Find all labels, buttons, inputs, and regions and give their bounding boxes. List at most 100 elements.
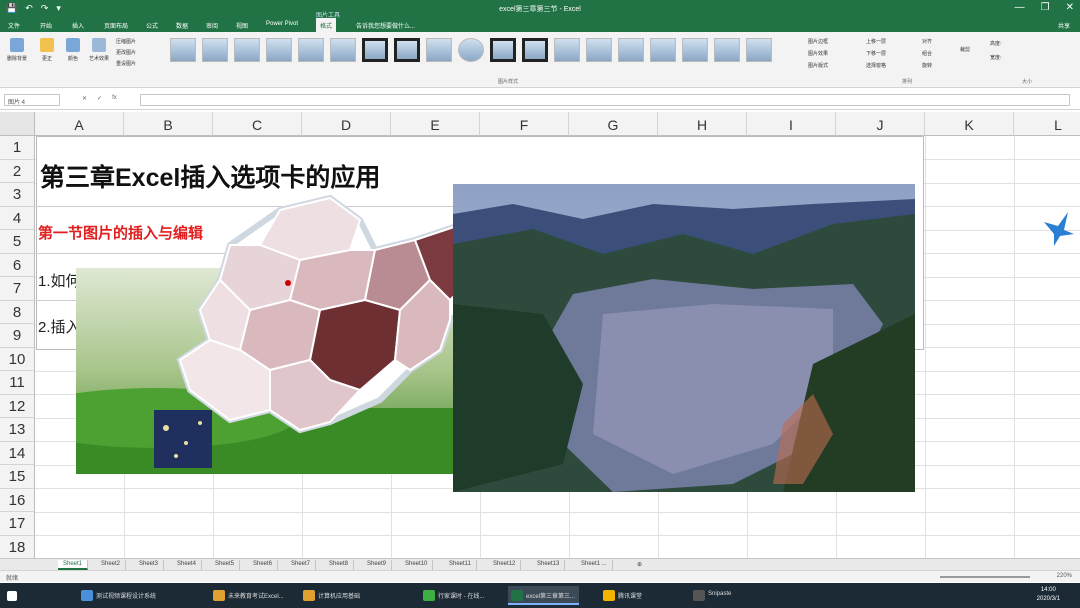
change-picture-button[interactable]: 更改图片	[116, 49, 136, 56]
insert-function-icon[interactable]: fx	[112, 95, 117, 102]
bring-forward-button[interactable]: 上移一层	[866, 38, 886, 45]
column-header-e[interactable]: E	[391, 112, 480, 136]
row-header-17[interactable]: 17	[0, 512, 35, 536]
start-button[interactable]	[4, 586, 22, 605]
sheet-tab[interactable]: Sheet13	[532, 560, 566, 570]
taskbar-item[interactable]: 腾讯课堂	[600, 586, 646, 605]
cancel-icon[interactable]: ✕	[82, 95, 87, 102]
selection-pane-button[interactable]: 选择窗格	[866, 62, 886, 69]
tab-data[interactable]: 数据	[176, 21, 188, 30]
row-header-18[interactable]: 18	[0, 535, 35, 559]
picture-style-thumb[interactable]	[202, 38, 228, 62]
tab-view[interactable]: 视图	[236, 21, 248, 30]
taskbar-item[interactable]: 未来教育考试Excel...	[210, 586, 288, 605]
column-header-c[interactable]: C	[213, 112, 302, 136]
picture-style-thumb[interactable]	[650, 38, 676, 62]
row-header-10[interactable]: 10	[0, 347, 35, 371]
row-header-12[interactable]: 12	[0, 394, 35, 418]
sheet-tab[interactable]: Sheet10	[400, 560, 434, 570]
sheet-tab[interactable]: Sheet1	[58, 560, 89, 570]
row-header-2[interactable]: 2	[0, 159, 35, 183]
column-header-d[interactable]: D	[302, 112, 391, 136]
column-header-f[interactable]: F	[480, 112, 569, 136]
reset-picture-button[interactable]: 重设图片	[116, 60, 136, 67]
minimize-button[interactable]: —	[1015, 2, 1025, 13]
column-header-g[interactable]: G	[569, 112, 658, 136]
picture-style-thumb[interactable]	[362, 38, 388, 62]
formula-input[interactable]	[140, 94, 1070, 106]
tell-me-search[interactable]: 告诉我您想要做什么...	[356, 21, 415, 30]
row-header-13[interactable]: 13	[0, 418, 35, 442]
sheet-tab[interactable]: Sheet5	[210, 560, 241, 570]
row-header-9[interactable]: 9	[0, 324, 35, 348]
row-header-11[interactable]: 11	[0, 371, 35, 395]
row-header-16[interactable]: 16	[0, 488, 35, 512]
row-header-6[interactable]: 6	[0, 253, 35, 277]
row-header-3[interactable]: 3	[0, 183, 35, 207]
rotate-button[interactable]: 旋转	[922, 62, 932, 69]
picture-style-thumb[interactable]	[170, 38, 196, 62]
sheet-tab[interactable]: Sheet1 ...	[576, 560, 613, 570]
send-backward-button[interactable]: 下移一层	[866, 50, 886, 57]
select-all-corner[interactable]	[0, 112, 35, 136]
row-header-15[interactable]: 15	[0, 465, 35, 489]
tab-review[interactable]: 审阅	[206, 21, 218, 30]
picture-border-button[interactable]: 图片边框	[808, 38, 828, 45]
crop-button[interactable]: 裁剪	[960, 46, 970, 53]
add-sheet-button[interactable]: ⊕	[632, 560, 647, 570]
tab-insert[interactable]: 插入	[72, 21, 84, 30]
sheet-tab[interactable]: Sheet7	[286, 560, 317, 570]
row-header-7[interactable]: 7	[0, 277, 35, 301]
picture-style-thumb[interactable]	[746, 38, 772, 62]
column-header-i[interactable]: I	[747, 112, 836, 136]
sheet-tab[interactable]: Sheet6	[248, 560, 279, 570]
picture-style-thumb[interactable]	[394, 38, 420, 62]
taskbar-item[interactable]: 行家课时 - 在线...	[420, 586, 488, 605]
compress-pictures-button[interactable]: 压缩图片	[116, 38, 136, 45]
row-header-8[interactable]: 8	[0, 300, 35, 324]
column-header-a[interactable]: A	[35, 112, 124, 136]
picture-style-thumb[interactable]	[682, 38, 708, 62]
picture-style-thumb[interactable]	[714, 38, 740, 62]
color-button[interactable]: 颜色	[60, 36, 86, 72]
picture-style-thumb[interactable]	[554, 38, 580, 62]
worksheet-grid[interactable]: A B C D E F G H I J K L 1 2 3 4 5 6 7 8 …	[0, 112, 1080, 560]
row-header-14[interactable]: 14	[0, 441, 35, 465]
picture-style-thumb[interactable]	[426, 38, 452, 62]
tab-format[interactable]: 格式	[316, 18, 337, 32]
picture-style-thumb[interactable]	[458, 38, 484, 62]
artistic-effects-button[interactable]: 艺术效果	[86, 36, 112, 72]
picture-style-thumb[interactable]	[266, 38, 292, 62]
zoom-level[interactable]: 220%	[1057, 573, 1072, 579]
column-header-h[interactable]: H	[658, 112, 747, 136]
height-field-label[interactable]: 高度:	[990, 40, 1001, 47]
column-header-l[interactable]: L	[1014, 112, 1080, 136]
tab-power-pivot[interactable]: Power Pivot	[266, 21, 298, 27]
zoom-slider[interactable]	[940, 576, 1030, 578]
city-photo[interactable]	[453, 184, 915, 492]
picture-layout-button[interactable]: 图片版式	[808, 62, 828, 69]
sheet-tab[interactable]: Sheet4	[172, 560, 203, 570]
sheet-tab[interactable]: Sheet9	[362, 560, 393, 570]
align-button[interactable]: 对齐	[922, 38, 932, 45]
group-button[interactable]: 组合	[922, 50, 932, 57]
column-header-b[interactable]: B	[124, 112, 213, 136]
picture-style-thumb[interactable]	[618, 38, 644, 62]
tab-formulas[interactable]: 公式	[146, 21, 158, 30]
enter-icon[interactable]: ✓	[97, 95, 102, 102]
sheet-tab[interactable]: Sheet8	[324, 560, 355, 570]
sheet-tab[interactable]: Sheet2	[96, 560, 127, 570]
remove-background-button[interactable]: 删除背景	[4, 36, 30, 72]
taskbar-item[interactable]: Snipaste	[690, 586, 735, 605]
system-clock[interactable]: 14:00 2020/3/1	[1037, 586, 1060, 604]
picture-effects-button[interactable]: 图片效果	[808, 50, 828, 57]
close-button[interactable]: ✕	[1066, 2, 1074, 13]
picture-style-thumb[interactable]	[586, 38, 612, 62]
tab-home[interactable]: 开始	[40, 21, 52, 30]
column-header-k[interactable]: K	[925, 112, 1014, 136]
width-field-label[interactable]: 宽度:	[990, 54, 1001, 61]
name-box[interactable]: 图片 4	[4, 94, 60, 106]
taskbar-item-excel[interactable]: excel第三章第三...	[508, 586, 580, 605]
corrections-button[interactable]: 更正	[34, 36, 60, 72]
row-header-1[interactable]: 1	[0, 136, 35, 160]
